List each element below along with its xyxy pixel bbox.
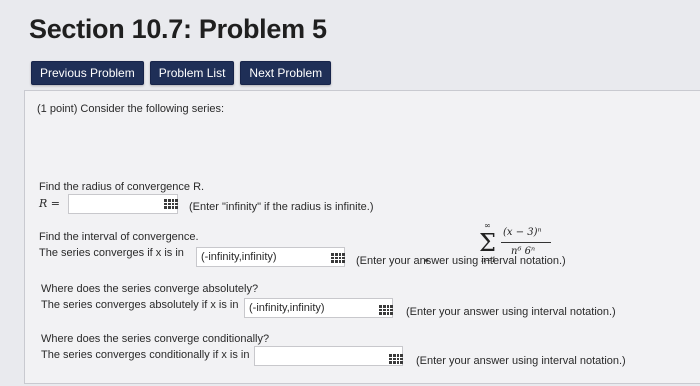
radius-label: R = [39, 197, 60, 210]
next-problem-button[interactable]: Next Problem [240, 61, 332, 85]
conditional-input[interactable] [254, 346, 403, 366]
problem-nav: Previous Problem Problem List Next Probl… [31, 61, 332, 85]
interval-prompt: Find the interval of convergence. [39, 231, 199, 243]
equation-editor-icon[interactable] [331, 253, 345, 263]
series-numerator: (x − 3)ⁿ [503, 227, 542, 238]
equation-editor-icon[interactable] [379, 305, 393, 315]
absolute-prompt: Where does the series converge absolutel… [41, 283, 259, 295]
absolute-hint: (Enter your answer using interval notati… [406, 306, 616, 318]
conditional-label: The series converges conditionally if x … [41, 349, 250, 361]
interval-input[interactable]: (-infinity,infinity) [196, 247, 345, 267]
radius-prompt: Find the radius of convergence R. [39, 181, 205, 193]
radius-hint: (Enter "infinity" if the radius is infin… [189, 201, 374, 213]
interval-label: The series converges if x is in [39, 247, 184, 259]
page-title: Section 10.7: Problem 5 [29, 14, 327, 44]
absolute-input[interactable]: (-infinity,infinity) [244, 298, 393, 318]
equation-editor-icon[interactable] [164, 199, 178, 209]
sigma-icon: Σ [479, 229, 496, 257]
problem-list-button[interactable]: Problem List [149, 61, 235, 85]
fraction-bar [501, 242, 551, 243]
previous-problem-button[interactable]: Previous Problem [31, 61, 144, 85]
equation-editor-icon[interactable] [389, 354, 403, 364]
interval-hint: (Enter your answer using interval notati… [356, 255, 566, 267]
problem-intro: (1 point) Consider the following series: [37, 103, 225, 115]
problem-panel: (1 point) Consider the following series:… [24, 90, 700, 384]
absolute-label: The series converges absolutely if x is … [41, 299, 239, 311]
radius-input[interactable] [68, 194, 178, 214]
conditional-prompt: Where does the series converge condition… [41, 333, 270, 345]
conditional-hint: (Enter your answer using interval notati… [416, 355, 626, 367]
